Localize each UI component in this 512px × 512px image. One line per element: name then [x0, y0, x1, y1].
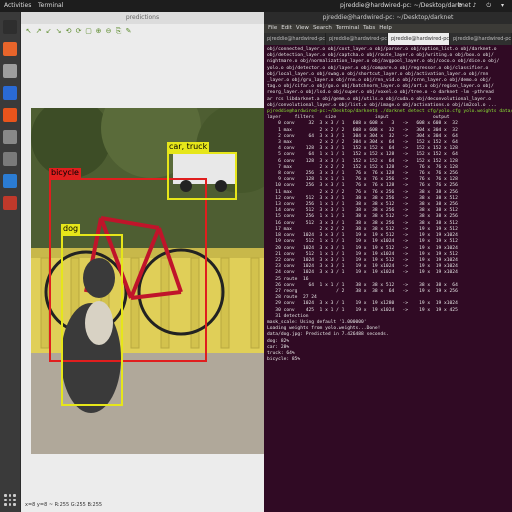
top-panel: Activities Terminal pjreddie@hardwired-p… [0, 0, 512, 12]
viewer-status: x=8 y=8 ~ R:255 G:255 B:255 [25, 502, 103, 508]
app-menu[interactable]: Terminal [38, 0, 63, 12]
truck-label: car, truck [167, 142, 210, 152]
toolbar-button-0[interactable]: ↖ [25, 27, 32, 35]
toolbar-button-2[interactable]: ↙ [45, 27, 52, 35]
bicycle-label: bicycle [49, 168, 81, 178]
toolbar-button-6[interactable]: ▢ [85, 27, 92, 35]
terminal-tab-0[interactable]: pjreddie@hardwired-pc: ~/Desktop/... [264, 33, 326, 45]
libreoffice-app-icon[interactable] [3, 86, 17, 100]
menu-item-view[interactable]: View [296, 25, 309, 31]
toolbar-button-7[interactable]: ⊕ [95, 27, 102, 35]
shutter-app-icon[interactable] [3, 196, 17, 210]
terminal-tabs: pjreddie@hardwired-pc: ~/Desktop/...pjre… [264, 33, 512, 45]
viewer-title: predictions [21, 12, 264, 24]
dog-label: dog [61, 224, 81, 234]
prediction-image: bicycle dog car, truck [31, 108, 273, 454]
menu-item-help[interactable]: Help [379, 25, 392, 31]
toolbar-button-9[interactable]: ⎘ [115, 27, 122, 35]
terminal-tab-1[interactable]: pjreddie@hardwired-pc: ~/Desktop/... [326, 33, 388, 45]
terminal-line: bicycle: 85% [267, 357, 301, 363]
camera-app-icon[interactable] [3, 130, 17, 144]
menu-item-file[interactable]: File [268, 25, 277, 31]
show-applications-icon[interactable] [4, 494, 16, 506]
terminal-app-icon[interactable] [3, 20, 17, 34]
settings-app-icon[interactable] [3, 152, 17, 166]
terminal-line: nightmare.o obj/normalization_layer.o ob… [267, 59, 500, 65]
menu-item-edit[interactable]: Edit [281, 25, 292, 31]
launcher-dock [0, 12, 20, 512]
terminal-window: pjreddie@hardwired-pc: ~/Desktop/darknet… [264, 12, 512, 512]
truck-detection-box [167, 152, 237, 200]
terminal-menubar: File Edit View Search Terminal Tabs Help [264, 24, 512, 33]
menu-item-tabs[interactable]: Tabs [363, 25, 375, 31]
dog-detection-box [61, 234, 123, 406]
firefox-app-icon[interactable] [3, 42, 17, 56]
activities-button[interactable]: Activities [4, 0, 31, 12]
menu-item-search[interactable]: Search [313, 25, 332, 31]
terminal-tab-2[interactable]: pjreddie@hardwired-pc: ~/Desktop/... [388, 33, 450, 45]
terminal-output[interactable]: obj/connected_layer.o obj/cost_layer.o o… [264, 45, 512, 365]
toolbar-button-3[interactable]: ↘ [55, 27, 62, 35]
window-title: pjreddie@hardwired-pc: ~/Desktop/darknet [340, 2, 471, 9]
toolbar-button-5[interactable]: ⟳ [75, 27, 82, 35]
terminal-line: yolo.o obj/detector.o obj/layer.o obj/co… [267, 65, 489, 71]
terminal-title: pjreddie@hardwired-pc: ~/Desktop/darknet [264, 12, 512, 24]
system-tray[interactable]: ⟳ ♪ ⏻ ▾ [458, 0, 508, 12]
toolbar-button-8[interactable]: ⊖ [105, 27, 112, 35]
toolbar-button-4[interactable]: ⟲ [65, 27, 72, 35]
viewer-toolbar: ↖ ↗ ↙ ↘ ⟲ ⟳ ▢ ⊕ ⊖ ⎘ ✎ [21, 24, 264, 38]
terminal-line: reorg_layer.o obj/lsd.o obj/super.o obj/… [267, 90, 494, 96]
menu-item-terminal[interactable]: Terminal [336, 25, 359, 31]
toolbar-button-1[interactable]: ↗ [35, 27, 42, 35]
toolbar-button-10[interactable]: ✎ [125, 27, 132, 35]
terminal-line: ar rcs libdarknet.a obj/gemm.o obj/utils… [267, 96, 492, 102]
vscode-app-icon[interactable] [3, 174, 17, 188]
terminal-tab-3[interactable]: pjreddie@hardwired-pc: ~/Desktop/... [450, 33, 512, 45]
files-app-icon[interactable] [3, 64, 17, 78]
ubuntu-software-app-icon[interactable] [3, 108, 17, 122]
